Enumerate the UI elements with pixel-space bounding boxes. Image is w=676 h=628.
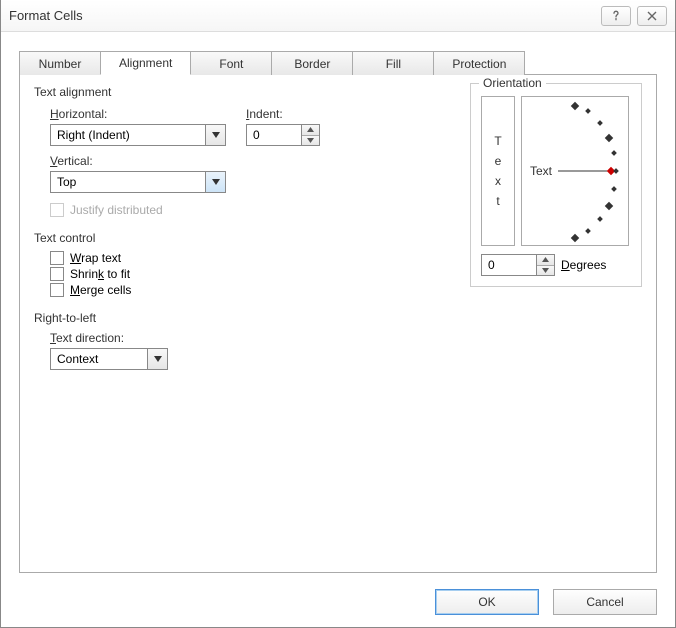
orientation-section: Orientation [479,76,546,90]
text-control-section: Text control [34,231,474,245]
justify-distributed-checkbox: Justify distributed [50,203,474,217]
text-direction-select[interactable]: Context [50,348,168,370]
chevron-down-icon [205,172,225,192]
text-alignment-section: Text alignment [34,85,474,99]
spinner-down-icon[interactable] [302,135,319,146]
wrap-text-checkbox[interactable]: Wrap text [50,251,474,265]
horizontal-value: Right (Indent) [57,128,130,142]
format-cells-dialog: Format Cells Number Alignment Font Borde… [0,0,676,628]
tab-protection[interactable]: Protection [433,51,525,75]
orientation-dial[interactable]: Text [521,96,629,246]
shrink-to-fit-checkbox[interactable]: Shrink to fit [50,267,474,281]
vertical-label: Vertical: [50,154,474,168]
horizontal-select[interactable]: Right (Indent) [50,124,226,146]
right-to-left-section: Right-to-left [34,311,474,325]
merge-cells-checkbox[interactable]: Merge cells [50,283,474,297]
titlebar: Format Cells [1,0,675,32]
left-column: Text alignment Horizontal: Right (Indent… [34,83,474,370]
orientation-group: Orientation T e x t Text [470,83,642,287]
spinner-up-icon[interactable] [537,255,554,265]
dialog-buttons: OK Cancel [435,589,657,615]
window-title: Format Cells [9,8,83,23]
tab-border[interactable]: Border [271,51,353,75]
indent-value: 0 [247,125,301,145]
close-button[interactable] [637,6,667,26]
text-direction-value: Context [57,352,98,366]
degrees-spinner[interactable]: 0 [481,254,555,276]
vertical-select[interactable]: Top [50,171,226,193]
tab-alignment[interactable]: Alignment [100,51,191,75]
indent-label: Indent: [246,107,320,121]
indent-spinner[interactable]: 0 [246,124,320,146]
horizontal-label: Horizontal: [50,107,226,121]
tab-font[interactable]: Font [190,51,272,75]
degrees-value: 0 [482,255,536,275]
tabstrip: Number Alignment Font Border Fill Protec… [19,50,675,74]
spinner-up-icon[interactable] [302,125,319,135]
degrees-label: Degrees [561,258,606,272]
alignment-panel: Text alignment Horizontal: Right (Indent… [19,74,657,573]
tab-number[interactable]: Number [19,51,101,75]
cancel-button[interactable]: Cancel [553,589,657,615]
chevron-down-icon [147,349,167,369]
orientation-vertical-button[interactable]: T e x t [481,96,515,246]
text-direction-label: Text direction: [50,331,474,345]
help-button[interactable] [601,6,631,26]
orientation-needle [558,171,608,172]
spinner-down-icon[interactable] [537,265,554,276]
tab-fill[interactable]: Fill [352,51,434,75]
ok-button[interactable]: OK [435,589,539,615]
vertical-value: Top [57,175,76,189]
chevron-down-icon [205,125,225,145]
